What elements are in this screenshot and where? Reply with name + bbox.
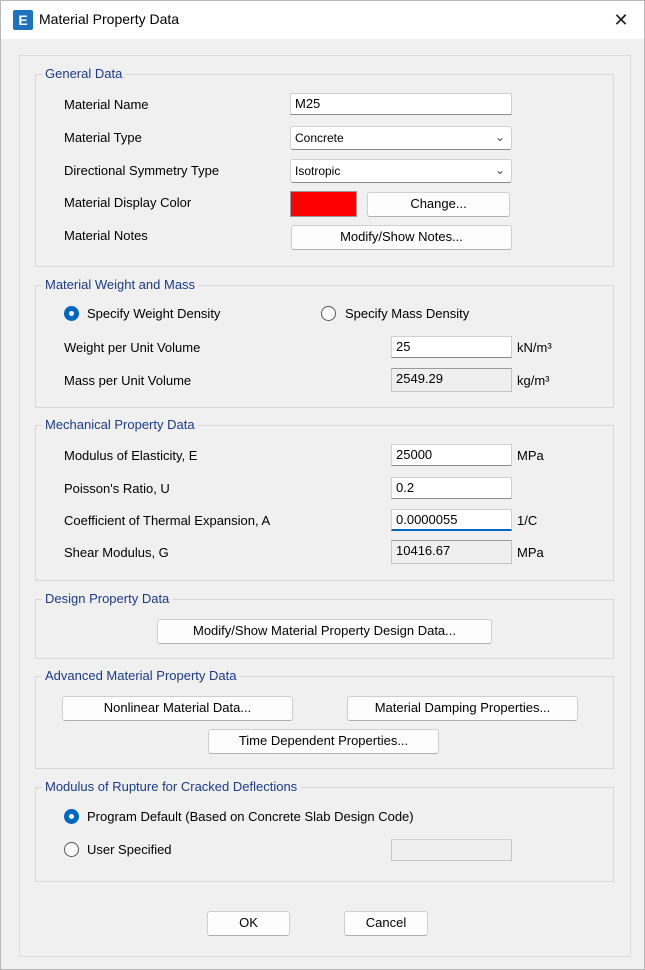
close-icon[interactable]: ✕: [598, 1, 644, 39]
group-title: Modulus of Rupture for Cracked Deflectio…: [42, 779, 301, 794]
weight-density-radio-label: Specify Weight Density: [87, 306, 221, 321]
modulus-rupture-group: Modulus of Rupture for Cracked Deflectio…: [35, 779, 614, 882]
material-name-label: Material Name: [64, 97, 149, 112]
thermal-unit: 1/C: [517, 513, 538, 528]
modulus-elasticity-input[interactable]: 25000: [391, 444, 512, 466]
change-color-button[interactable]: Change...: [367, 192, 510, 217]
ok-button[interactable]: OK: [207, 911, 290, 936]
symmetry-type-label: Directional Symmetry Type: [64, 163, 220, 178]
time-dependent-button[interactable]: Time Dependent Properties...: [208, 729, 439, 754]
shear-modulus-value: 10416.67: [391, 540, 512, 564]
symmetry-type-value: Isotropic: [295, 164, 341, 178]
material-property-dialog: E Material Property Data ✕ General Data …: [0, 0, 645, 970]
mass-per-volume-label: Mass per Unit Volume: [64, 373, 192, 388]
group-title: Advanced Material Property Data: [42, 668, 240, 683]
user-specified-radio[interactable]: [64, 842, 79, 857]
weight-per-volume-label: Weight per Unit Volume: [64, 340, 201, 355]
modulus-elasticity-label: Modulus of Elasticity, E: [64, 448, 198, 463]
nonlinear-material-button[interactable]: Nonlinear Material Data...: [62, 696, 293, 721]
program-default-radio-label: Program Default (Based on Concrete Slab …: [87, 809, 414, 824]
weight-density-radio[interactable]: [64, 306, 79, 321]
program-default-radio[interactable]: [64, 809, 79, 824]
chevron-down-icon: ⌄: [494, 163, 505, 177]
poisson-ratio-label: Poisson's Ratio, U: [64, 481, 170, 496]
material-type-value: Concrete: [295, 131, 344, 145]
thermal-expansion-label: Coefficient of Thermal Expansion, A: [64, 513, 271, 528]
advanced-property-group: Advanced Material Property Data: [35, 668, 614, 769]
symmetry-type-select[interactable]: Isotropic ⌄: [290, 159, 512, 183]
thermal-expansion-input[interactable]: 0.0000055: [391, 509, 512, 531]
material-notes-label: Material Notes: [64, 228, 148, 243]
material-type-label: Material Type: [64, 130, 142, 145]
weight-unit: kN/m³: [517, 340, 552, 355]
modify-notes-button[interactable]: Modify/Show Notes...: [291, 225, 512, 250]
mass-density-radio-label: Specify Mass Density: [345, 306, 470, 321]
group-title: Material Weight and Mass: [42, 277, 199, 292]
mass-unit: kg/m³: [517, 373, 550, 388]
material-name-input[interactable]: M25: [290, 93, 512, 115]
app-logo-icon: E: [13, 10, 33, 30]
group-title: Design Property Data: [42, 591, 173, 606]
user-specified-radio-label: User Specified: [87, 842, 172, 857]
user-rupture-input: [391, 839, 512, 861]
group-title: Mechanical Property Data: [42, 417, 198, 432]
display-color-swatch: [290, 191, 357, 217]
chevron-down-icon: ⌄: [494, 130, 505, 144]
window-title: Material Property Data: [39, 11, 180, 27]
display-color-label: Material Display Color: [64, 195, 192, 210]
design-data-button[interactable]: Modify/Show Material Property Design Dat…: [157, 619, 492, 644]
cancel-button[interactable]: Cancel: [344, 911, 428, 936]
weight-per-volume-input[interactable]: 25: [391, 336, 512, 358]
shear-unit: MPa: [517, 545, 544, 560]
shear-modulus-label: Shear Modulus, G: [64, 545, 169, 560]
poisson-ratio-input[interactable]: 0.2: [391, 477, 512, 499]
material-type-select[interactable]: Concrete ⌄: [290, 126, 512, 150]
title-bar: E Material Property Data ✕: [1, 1, 644, 39]
group-title: General Data: [42, 66, 126, 81]
damping-properties-button[interactable]: Material Damping Properties...: [347, 696, 578, 721]
mass-density-radio[interactable]: [321, 306, 336, 321]
modulus-unit: MPa: [517, 448, 544, 463]
mass-per-volume-value: 2549.29: [391, 368, 512, 392]
